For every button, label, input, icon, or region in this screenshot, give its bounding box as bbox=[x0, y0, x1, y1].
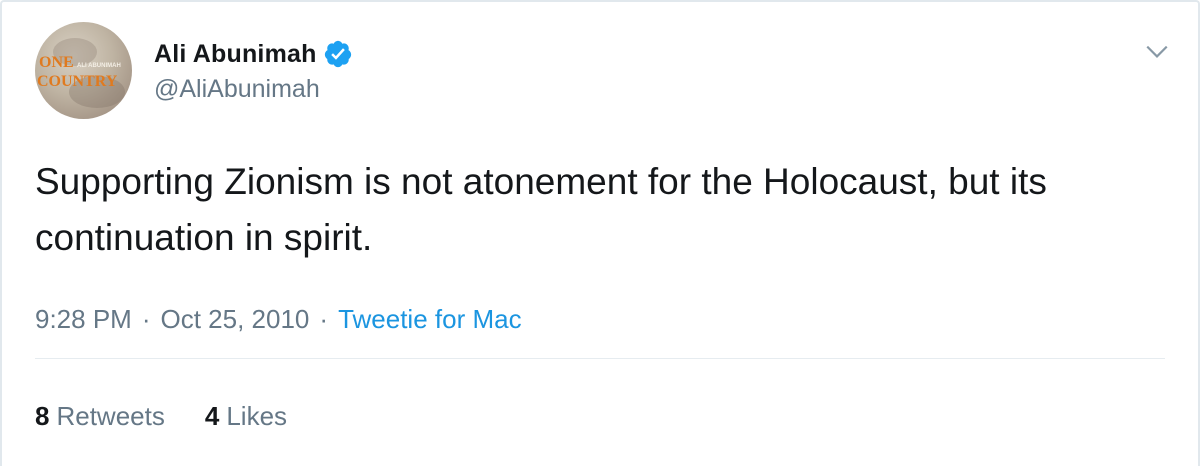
author-handle[interactable]: @AliAbunimah bbox=[154, 75, 320, 104]
svg-text:COUNTRY: COUNTRY bbox=[37, 73, 118, 90]
author-name-row: Ali Abunimah bbox=[154, 36, 353, 72]
svg-text:ALI ABUNIMAH: ALI ABUNIMAH bbox=[77, 63, 121, 69]
author-display-name[interactable]: Ali Abunimah bbox=[154, 40, 317, 69]
avatar-image: ONE ALI ABUNIMAH COUNTRY bbox=[37, 38, 125, 108]
retweets-label: Retweets bbox=[56, 401, 165, 431]
divider bbox=[35, 358, 1165, 359]
avatar[interactable]: ONE ALI ABUNIMAH COUNTRY bbox=[35, 22, 132, 119]
tweet-meta: 9:28 PM · Oct 25, 2010 · Tweetie for Mac bbox=[35, 304, 522, 335]
retweets-count: 8 bbox=[35, 401, 50, 431]
verified-badge-icon bbox=[324, 40, 351, 68]
tweet-time[interactable]: 9:28 PM bbox=[35, 304, 132, 335]
likes-count: 4 bbox=[204, 401, 220, 431]
meta-separator: · bbox=[319, 304, 329, 334]
chevron-down-icon[interactable] bbox=[1144, 38, 1170, 64]
likes-stat[interactable]: 4 Likes bbox=[205, 401, 287, 432]
likes-label: Likes bbox=[226, 401, 288, 431]
tweet-date[interactable]: Oct 25, 2010 bbox=[161, 304, 310, 335]
tweet-source-link[interactable]: Tweetie for Mac bbox=[338, 304, 522, 335]
tweet-stats: 8 Retweets 4 Likes bbox=[35, 401, 287, 432]
tweet-card: ONE ALI ABUNIMAH COUNTRY Ali Abunimah @A… bbox=[0, 0, 1200, 466]
retweets-stat[interactable]: 8 Retweets bbox=[35, 401, 165, 432]
meta-separator: · bbox=[141, 304, 151, 334]
tweet-text: Supporting Zionism is not atonement for … bbox=[35, 161, 1047, 258]
avatar-logo-text: ONE bbox=[39, 54, 74, 71]
